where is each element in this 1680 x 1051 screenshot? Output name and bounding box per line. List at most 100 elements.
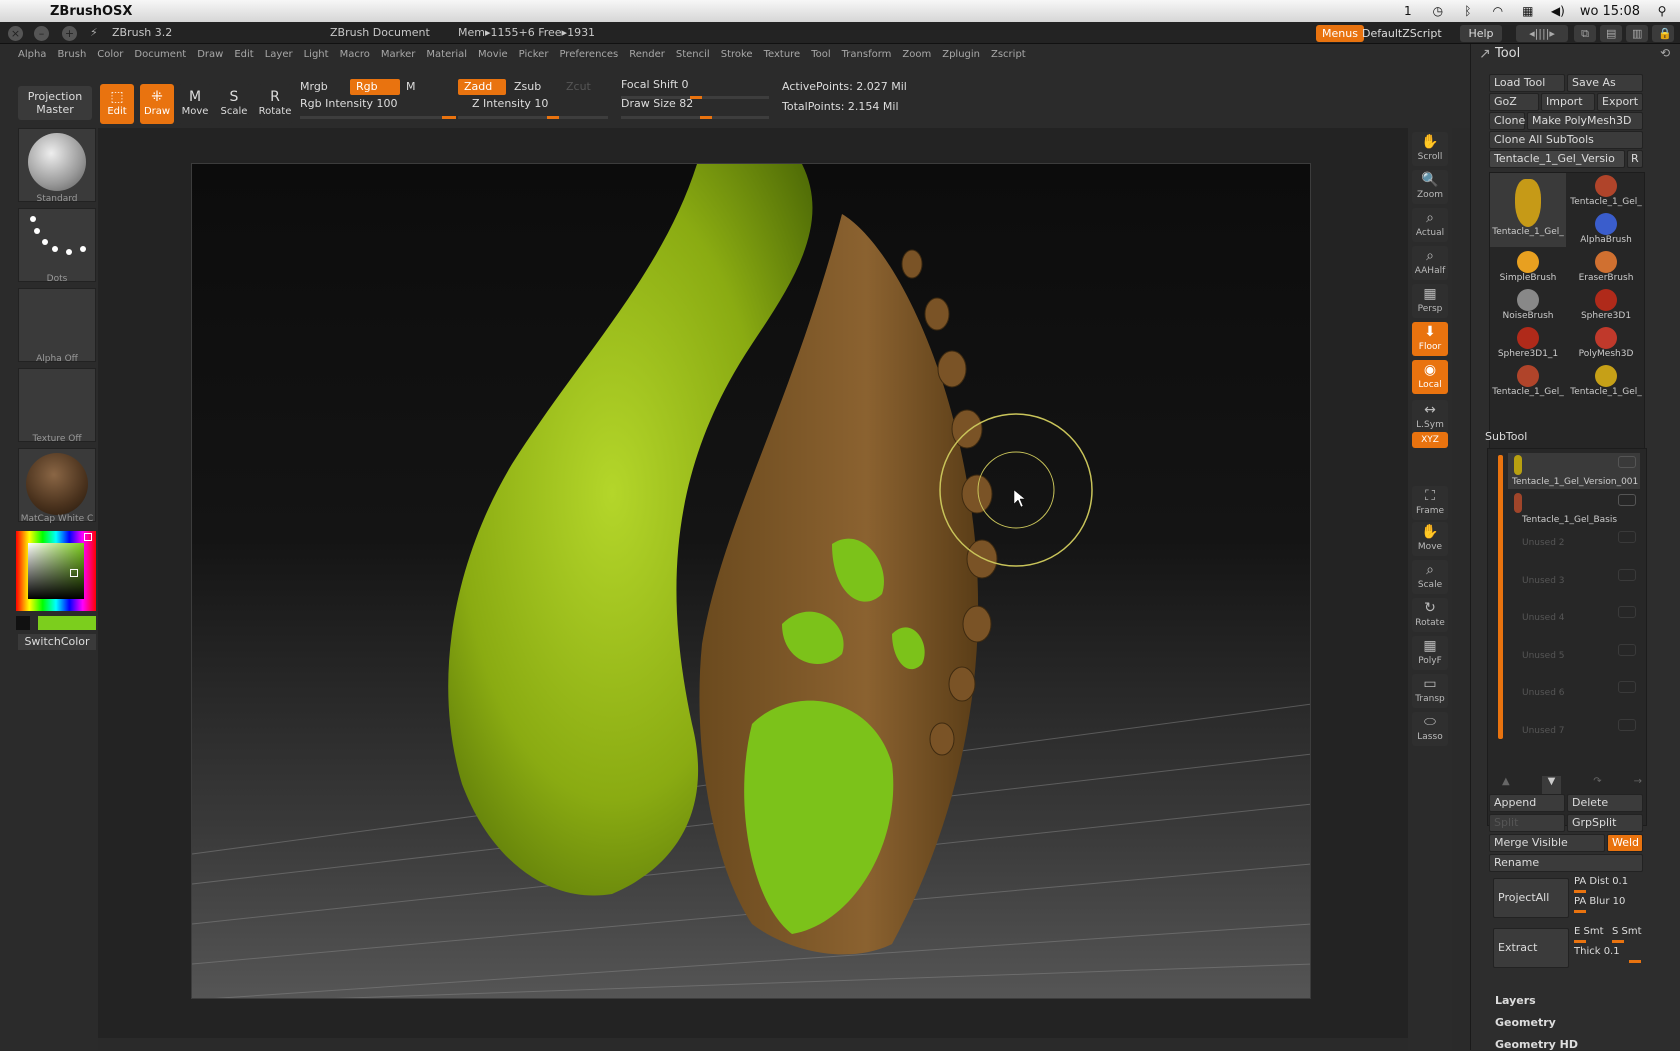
draw-button[interactable]: ⁜ Draw [140,84,174,124]
menu-zplugin[interactable]: Zplugin [942,49,980,60]
arrow-down-icon[interactable]: ▼ [1541,776,1562,794]
save-as-button[interactable]: Save As [1567,74,1643,92]
arrow-next-icon[interactable]: → [1634,776,1642,794]
menu-zoom[interactable]: Zoom [902,49,931,60]
menu-light[interactable]: Light [304,49,329,60]
layout-2-icon[interactable]: ▥ [1626,25,1648,42]
menu-stroke[interactable]: Stroke [721,49,753,60]
load-tool-button[interactable]: Load Tool [1489,74,1565,92]
zadd-button[interactable]: Zadd [458,79,506,95]
subtool-row[interactable]: Tentacle_1_Gel_Basis [1508,491,1640,527]
view-transp-button[interactable]: ▭ Transp [1412,674,1448,708]
document-viewport[interactable] [191,163,1311,999]
tool-item[interactable]: PolyMesh3D [1568,325,1644,363]
volume-icon[interactable]: ◀) [1550,4,1566,18]
view-lsym-button[interactable]: ↔ L.Sym [1412,400,1448,434]
spotlight-icon[interactable]: ⚲ [1654,4,1670,18]
bluetooth-icon[interactable]: ᛒ [1460,4,1476,18]
material-thumbnail[interactable] [18,448,96,522]
menu-macro[interactable]: Macro [340,49,370,60]
texture-thumbnail[interactable] [18,368,96,442]
clone-all-subtools-button[interactable]: Clone All SubTools [1489,131,1643,149]
subtool-row[interactable]: Unused 2 [1508,528,1640,564]
clone-button[interactable]: Clone [1489,112,1525,130]
view-zoom-button[interactable]: 🔍 Zoom [1412,170,1448,204]
subtool-row[interactable]: Unused 7 [1508,716,1640,752]
arrow-right-icon[interactable]: ↷ [1593,776,1601,794]
view-move-button[interactable]: ✋ Move [1412,522,1448,556]
extract-button[interactable]: Extract [1493,928,1569,968]
make-polymesh-button[interactable]: Make PolyMesh3D [1527,112,1643,130]
goz-button[interactable]: GoZ [1489,93,1539,111]
delete-button[interactable]: Delete [1567,794,1643,812]
menu-draw[interactable]: Draw [197,49,223,60]
layout-scroll-icon[interactable]: ◂||||▸ [1516,25,1568,42]
close-window-icon[interactable]: × [8,26,23,41]
subtool-row[interactable]: Unused 3 [1508,566,1640,602]
color-picker[interactable] [16,531,96,611]
alpha-thumbnail[interactable] [18,288,96,362]
main-color-swatch[interactable] [38,616,96,630]
view-local-button[interactable]: ◉ Local [1412,360,1448,394]
visibility-eye-icon[interactable] [1618,681,1636,693]
view-scale-button[interactable]: ⌕ Scale [1412,560,1448,594]
wifi-icon[interactable]: ◠ [1490,4,1506,18]
e-smt-slider[interactable] [1574,940,1586,943]
menu-picker[interactable]: Picker [519,49,549,60]
switch-color-button[interactable]: SwitchColor [18,634,96,650]
split-button[interactable]: Split [1489,814,1565,832]
s-smt-slider[interactable] [1612,940,1624,943]
menu-stencil[interactable]: Stencil [676,49,710,60]
menu-tool[interactable]: Tool [811,49,830,60]
m-button[interactable]: M [406,80,416,93]
pa-blur-slider[interactable] [1574,910,1586,913]
maximize-window-icon[interactable]: + [62,26,77,41]
tool-item[interactable]: EraserBrush [1568,249,1644,287]
tool-item[interactable]: Tentacle_1_Gel_ [1490,363,1566,401]
append-button[interactable]: Append [1489,794,1565,812]
help-button[interactable]: Help [1460,25,1502,42]
zsub-button[interactable]: Zsub [514,80,541,93]
geometry-section[interactable]: Geometry [1495,1016,1556,1029]
visibility-eye-icon[interactable] [1618,568,1636,581]
subtool-title[interactable]: SubTool [1485,430,1527,443]
tentacle-model[interactable] [192,164,1311,999]
projection-master-button[interactable]: Projection Master [18,86,92,120]
app-name[interactable]: ZBrushOSX [50,4,132,19]
menu-extra-icon[interactable]: 1 [1400,4,1416,18]
rgb-intensity-handle[interactable] [442,116,456,119]
tool-item[interactable]: Tentacle_1_Gel_ [1568,173,1644,211]
view-persp-button[interactable]: ▦ Persp [1412,284,1448,318]
visibility-eye-icon[interactable] [1618,643,1636,656]
move-button[interactable]: M Move [178,84,212,124]
menu-alpha[interactable]: Alpha [18,49,46,60]
draw-size-slider[interactable] [621,116,769,119]
menu-transform[interactable]: Transform [842,49,892,60]
r-button[interactable]: R [1627,150,1643,168]
view-xyz-button[interactable]: XYZ [1412,432,1448,448]
restore-icon[interactable]: ⧉ [1574,25,1596,42]
view-floor-button[interactable]: ⬇ Floor [1412,322,1448,356]
grpsplit-button[interactable]: GrpSplit [1567,814,1643,832]
view-scroll-button[interactable]: ✋ Scroll [1412,132,1448,166]
tool-item[interactable]: Tentacle_1_Gel_ [1568,363,1644,401]
geometry-hd-section[interactable]: Geometry HD [1495,1038,1578,1051]
menu-brush[interactable]: Brush [57,49,86,60]
stroke-thumbnail[interactable] [18,208,96,282]
menu-layer[interactable]: Layer [265,49,293,60]
subtool-row[interactable]: Unused 6 [1508,678,1640,714]
z-intensity-slider[interactable] [458,116,608,119]
view-frame-button[interactable]: ⛶ Frame [1412,486,1448,520]
thick-slider[interactable] [1629,960,1641,963]
layers-section[interactable]: Layers [1495,994,1536,1007]
tool-item[interactable]: Sphere3D1_1 [1490,325,1566,363]
calendar-icon[interactable]: ▦ [1520,4,1536,18]
menu-render[interactable]: Render [629,49,665,60]
minimize-window-icon[interactable]: – [34,26,49,41]
layout-icon[interactable]: ▤ [1600,25,1622,42]
menu-edit[interactable]: Edit [234,49,253,60]
mrgb-button[interactable]: Mrgb [300,80,328,93]
view-aahalf-button[interactable]: ⌕ AAHalf [1412,246,1448,280]
hue-cursor[interactable] [84,533,92,541]
visibility-eye-icon[interactable] [1618,493,1636,506]
